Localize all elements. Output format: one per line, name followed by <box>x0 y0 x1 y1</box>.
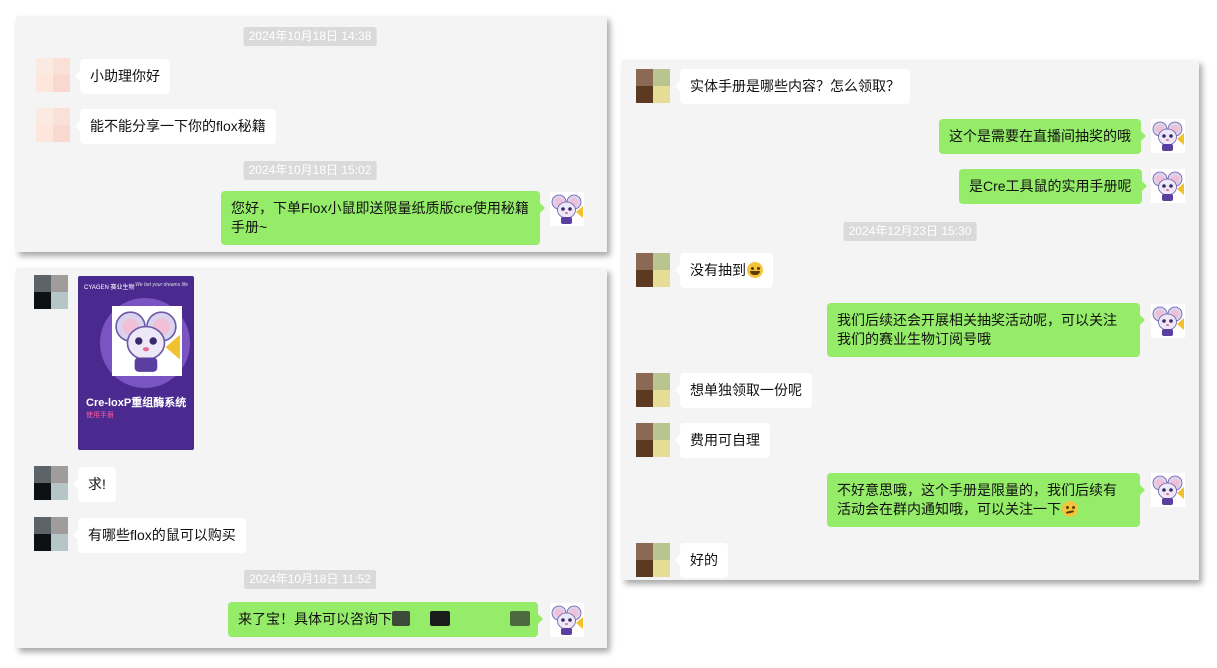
message-bubble-outgoing[interactable]: 来了宝！具体可以咨询下 <box>228 602 543 637</box>
assistant-mouse-avatar[interactable] <box>1151 169 1185 203</box>
message-bubble-outgoing[interactable]: 不好意思哦，这个手册是限量的，我们后续有活动会在群内通知哦，可以关注一下 <box>827 473 1145 527</box>
assistant-mouse-avatar[interactable] <box>1151 473 1185 507</box>
user-avatar[interactable] <box>36 58 70 92</box>
laughing-crying-emoji-icon <box>747 262 763 278</box>
message-bubble[interactable]: 小助理你好 <box>75 59 170 94</box>
assistant-mouse-avatar[interactable] <box>550 192 584 226</box>
chat-panel-3: 实体手册是哪些内容？怎么领取？ 这个是需要在直播间抽奖的哦 是Cre工具鼠的实用… <box>622 60 1199 580</box>
user-avatar[interactable] <box>636 253 670 287</box>
message-bubble[interactable]: 费用可自理 <box>675 423 770 458</box>
user-avatar[interactable] <box>636 373 670 407</box>
user-avatar[interactable] <box>34 275 68 309</box>
message-bubble[interactable]: 求! <box>73 467 116 502</box>
user-avatar[interactable] <box>36 108 70 142</box>
message-text: 没有抽到 <box>690 262 746 278</box>
message-bubble[interactable]: 想单独领取一份呢 <box>675 373 812 408</box>
manual-subtitle: 使用手册 <box>86 412 114 419</box>
product-manual-image[interactable]: CYAGEN 赛业生物 We bet your dreams life Cre-… <box>78 276 194 450</box>
message-bubble[interactable]: 能不能分享一下你的flox秘籍 <box>75 109 276 144</box>
timestamp: 2024年12月23日 15:30 <box>843 222 977 241</box>
timestamp: 2024年10月18日 14:38 <box>243 27 377 46</box>
user-avatar[interactable] <box>636 69 670 103</box>
message-text: 来了宝！具体可以咨询下 <box>238 611 392 627</box>
redacted-block <box>510 611 530 626</box>
chat-panel-2: CYAGEN 赛业生物 We bet your dreams life Cre-… <box>16 268 607 648</box>
user-avatar[interactable] <box>34 517 68 551</box>
message-bubble-outgoing[interactable]: 您好，下单Flox小鼠即送限量纸质版cre使用秘籍手册~ <box>221 191 545 245</box>
timestamp: 2024年10月18日 15:02 <box>243 161 377 180</box>
assistant-mouse-avatar[interactable] <box>1151 119 1185 153</box>
message-bubble[interactable]: 没有抽到 <box>675 253 773 288</box>
user-avatar[interactable] <box>636 423 670 457</box>
user-avatar[interactable] <box>34 466 68 500</box>
thinking-emoji-icon <box>1062 501 1078 517</box>
message-bubble[interactable]: 有哪些flox的鼠可以购买 <box>73 518 246 553</box>
assistant-mouse-avatar[interactable] <box>1151 304 1185 338</box>
brand-logo: CYAGEN 赛业生物 <box>84 285 135 291</box>
timestamp: 2024年10月18日 11:52 <box>244 570 376 589</box>
manual-title: Cre-loxP重组酶系统 <box>86 397 187 409</box>
message-bubble[interactable]: 实体手册是哪些内容？怎么领取？ <box>675 69 910 104</box>
chat-panel-1: 2024年10月18日 14:38 小助理你好 能不能分享一下你的flox秘籍 … <box>16 16 607 252</box>
redacted-block <box>430 611 450 626</box>
tagline: We bet your dreams life <box>135 282 188 288</box>
assistant-mouse-avatar[interactable] <box>550 603 584 637</box>
message-bubble[interactable]: 好的 <box>675 543 728 578</box>
message-bubble-outgoing[interactable]: 是Cre工具鼠的实用手册呢 <box>959 169 1147 204</box>
redacted-block <box>392 611 410 626</box>
user-avatar[interactable] <box>636 543 670 577</box>
message-bubble-outgoing[interactable]: 这个是需要在直播间抽奖的哦 <box>939 119 1146 154</box>
mascot-mouse-icon <box>112 306 182 376</box>
message-bubble-outgoing[interactable]: 我们后续还会开展相关抽奖活动呢，可以关注我们的赛业生物订阅号哦 <box>827 303 1145 357</box>
